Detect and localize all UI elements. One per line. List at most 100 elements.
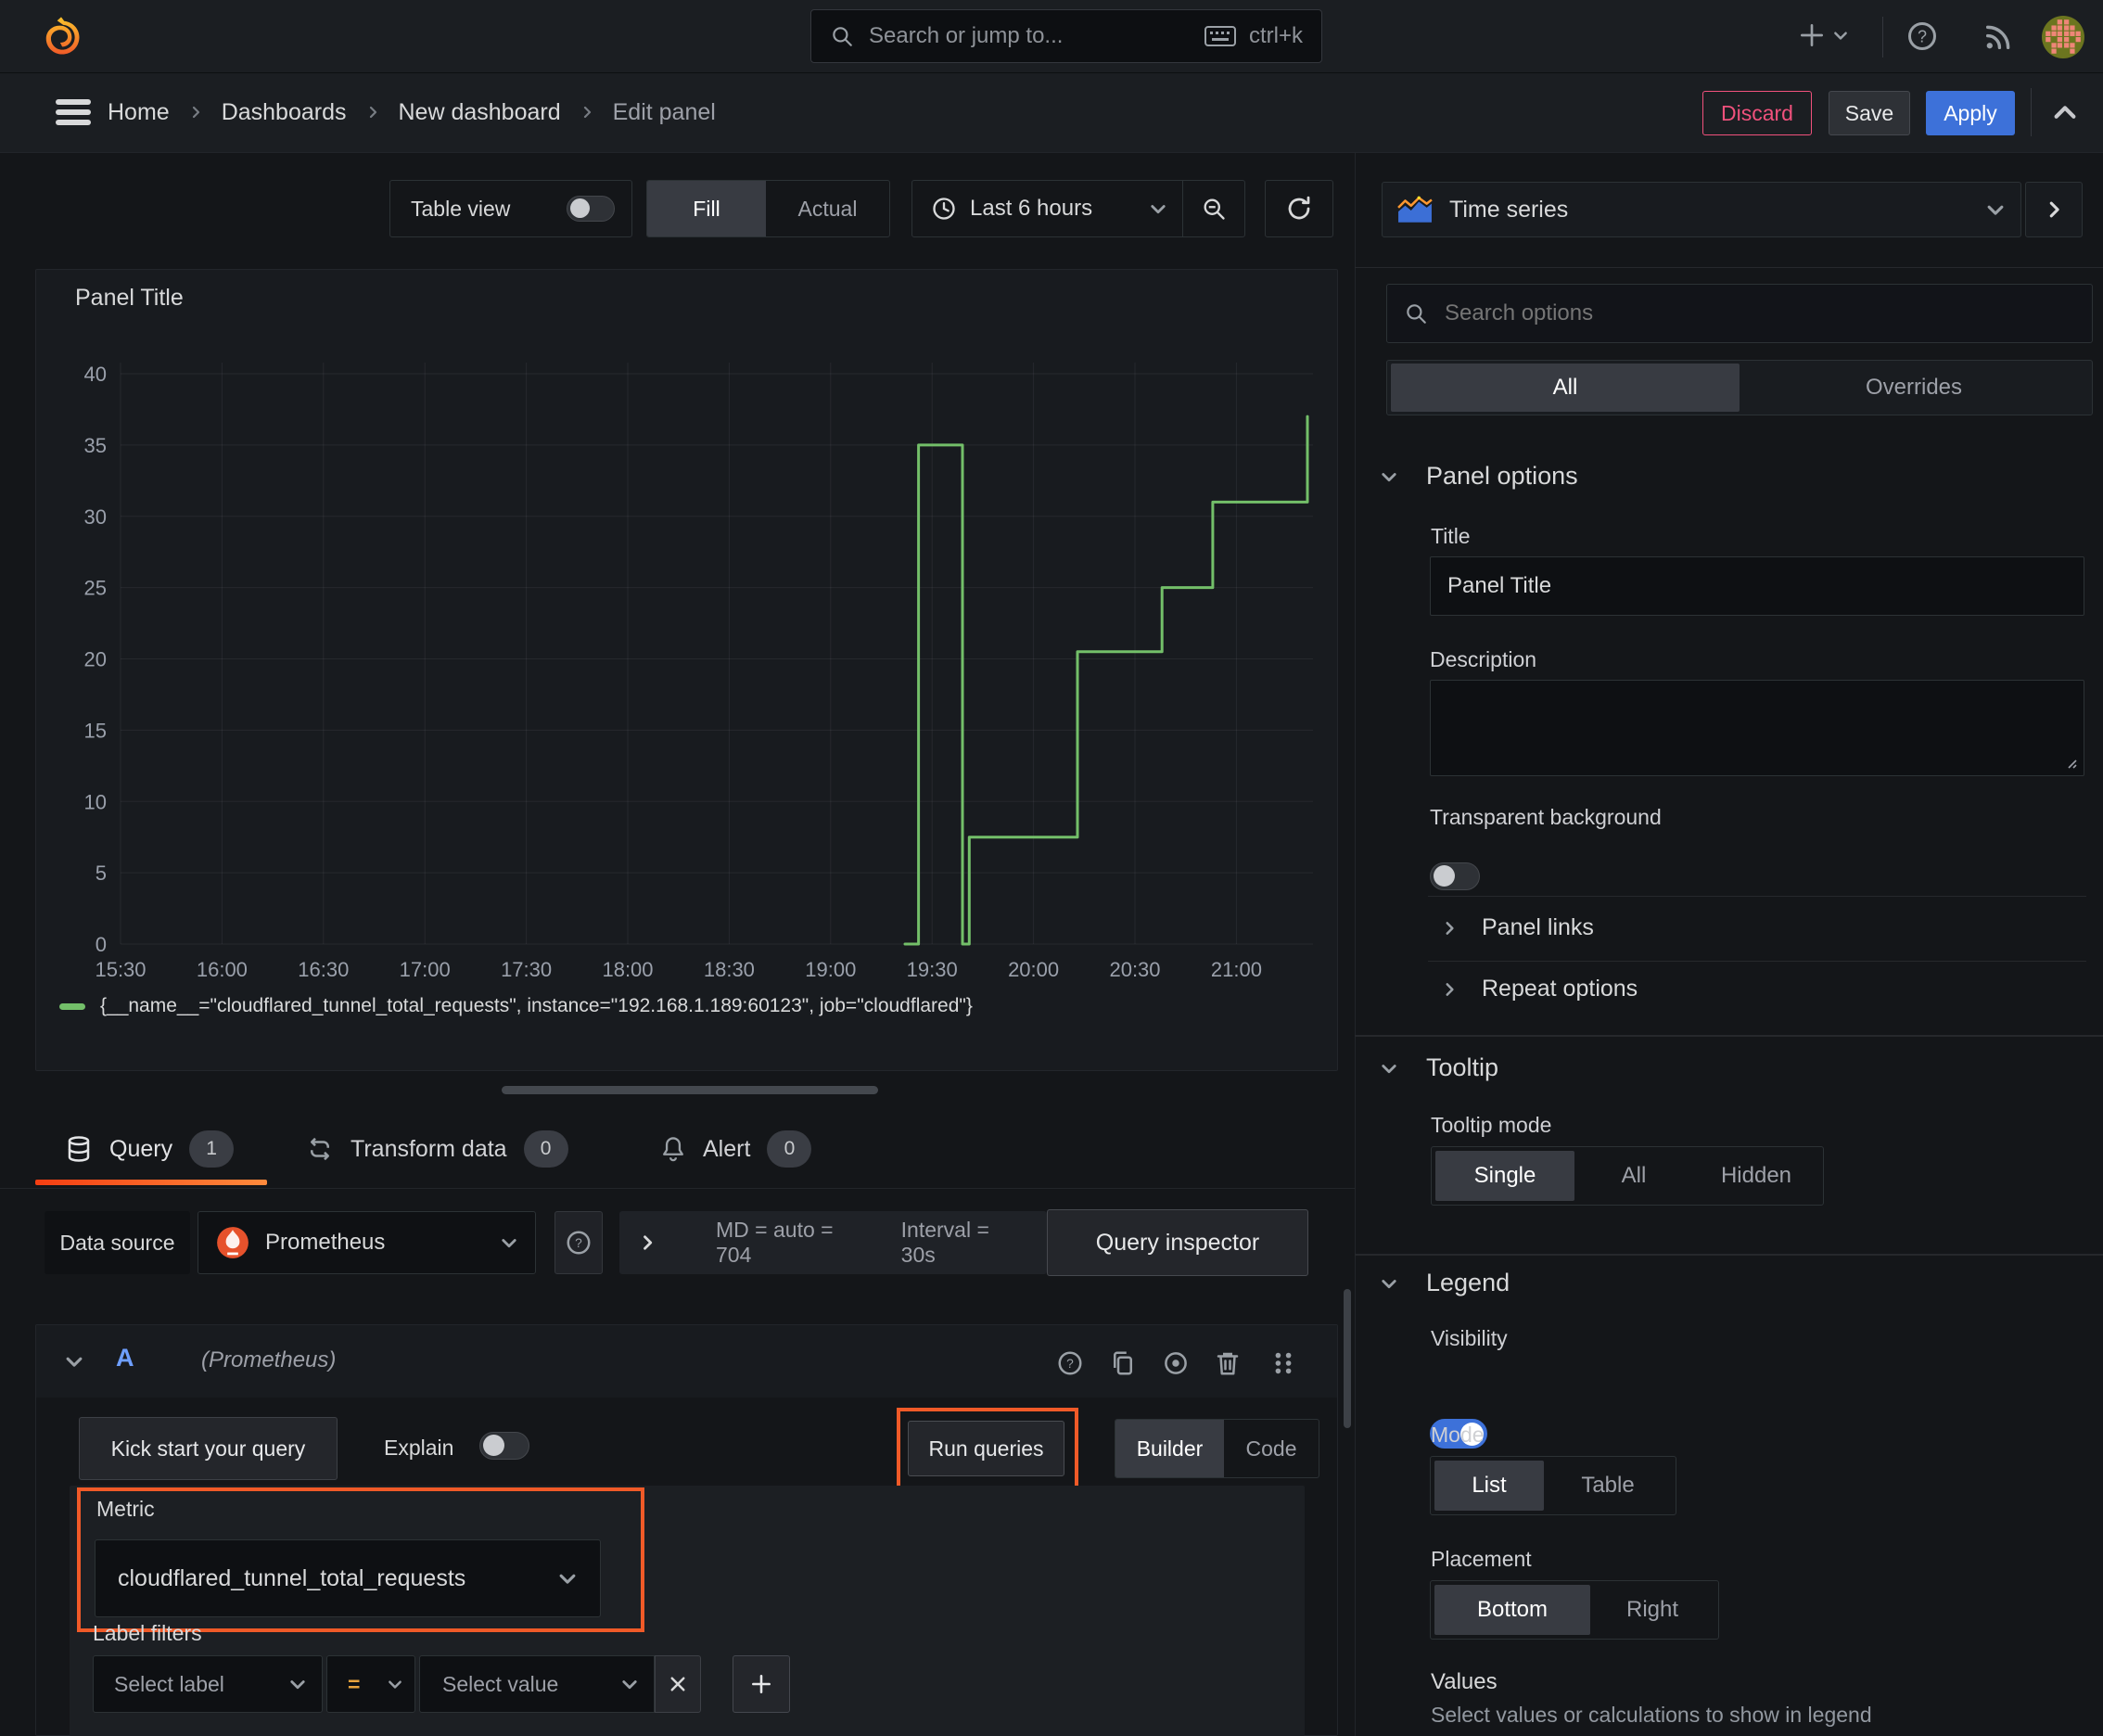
tab-alert-label: Alert xyxy=(703,1135,751,1162)
repeat-options-section[interactable]: Repeat options xyxy=(1441,976,1638,1002)
description-label: Description xyxy=(1430,647,1537,671)
data-source-value: Prometheus xyxy=(265,1230,386,1255)
svg-text:18:00: 18:00 xyxy=(602,958,653,981)
svg-text:20:00: 20:00 xyxy=(1008,958,1059,981)
query-row-header[interactable]: A (Prometheus) ? xyxy=(36,1325,1337,1398)
legend-mode-table[interactable]: Table xyxy=(1544,1461,1672,1511)
chevron-down-icon xyxy=(1380,1059,1398,1078)
grafana-logo-icon[interactable] xyxy=(37,12,85,65)
tab-alert[interactable]: Alert 0 xyxy=(660,1130,812,1168)
plus-icon xyxy=(1797,20,1827,50)
tooltip-mode-all[interactable]: All xyxy=(1574,1151,1693,1201)
options-search-box[interactable] xyxy=(1386,284,2093,343)
search-input[interactable] xyxy=(867,22,1192,50)
svg-text:?: ? xyxy=(1066,1357,1074,1371)
fill-option[interactable]: Fill xyxy=(647,181,766,236)
close-icon xyxy=(669,1675,687,1693)
panel-title[interactable]: Panel Title xyxy=(75,285,184,312)
select-label-placeholder: Select label xyxy=(114,1671,224,1696)
panel-options-header[interactable]: Panel options xyxy=(1380,462,1578,491)
refresh-button[interactable] xyxy=(1265,180,1333,237)
legend-placement-right[interactable]: Right xyxy=(1590,1585,1714,1635)
save-button[interactable]: Save xyxy=(1829,91,1910,135)
svg-text:20: 20 xyxy=(84,648,107,671)
duplicate-query-icon[interactable] xyxy=(1109,1349,1137,1377)
legend-title: Legend xyxy=(1426,1269,1510,1296)
table-view-toggle[interactable] xyxy=(567,196,615,222)
query-inspector-button[interactable]: Query inspector xyxy=(1047,1209,1308,1276)
svg-text:17:00: 17:00 xyxy=(400,958,451,981)
hide-response-eye-icon[interactable] xyxy=(1162,1349,1190,1377)
query-help-icon[interactable]: ? xyxy=(1056,1349,1084,1377)
time-range-picker[interactable]: Last 6 hours xyxy=(912,196,1182,222)
remove-query-trash-icon[interactable] xyxy=(1215,1349,1241,1377)
tab-all[interactable]: All xyxy=(1391,364,1740,412)
tab-transform-data[interactable]: Transform data 0 xyxy=(306,1130,568,1168)
tooltip-header[interactable]: Tooltip xyxy=(1380,1053,1498,1082)
resize-corner-icon[interactable] xyxy=(2063,755,2078,770)
apply-button[interactable]: Apply xyxy=(1926,91,2015,135)
select-label-dropdown[interactable]: Select label xyxy=(93,1655,323,1713)
operator-dropdown[interactable]: = xyxy=(326,1655,415,1713)
legend-header[interactable]: Legend xyxy=(1380,1269,1510,1297)
svg-text:18:30: 18:30 xyxy=(704,958,755,981)
avatar[interactable] xyxy=(2042,16,2084,63)
kick-start-query-button[interactable]: Kick start your query xyxy=(79,1417,338,1480)
actual-option[interactable]: Actual xyxy=(766,197,889,222)
collapse-options-pane-button[interactable] xyxy=(2025,182,2083,237)
data-source-picker[interactable]: Prometheus xyxy=(198,1211,536,1274)
query-options-summary[interactable]: MD = auto = 704 Interval = 30s xyxy=(619,1211,1047,1274)
discard-button[interactable]: Discard xyxy=(1702,91,1812,135)
panel-description-textarea[interactable] xyxy=(1430,680,2084,776)
chevron-down-icon xyxy=(1985,199,2006,220)
svg-text:40: 40 xyxy=(84,363,107,386)
time-series-chart[interactable]: 0 5 10 15 20 25 30 35 40 15:30 16:00 16:30 17:00 17:3… xyxy=(36,326,1337,986)
add-menu-button[interactable] xyxy=(1797,20,1849,50)
legend-values-label: Values xyxy=(1431,1669,1498,1694)
visualization-picker[interactable]: Time series xyxy=(1382,182,2021,237)
legend-placement-bottom[interactable]: Bottom xyxy=(1434,1585,1590,1635)
menu-toggle-icon[interactable] xyxy=(54,96,93,129)
breadcrumb-home[interactable]: Home xyxy=(108,99,170,126)
scrollbar-thumb[interactable] xyxy=(1344,1289,1351,1428)
run-queries-button[interactable]: Run queries xyxy=(908,1421,1064,1476)
zoom-out-button[interactable] xyxy=(1183,196,1244,222)
drag-handle-icon[interactable] xyxy=(1271,1350,1295,1376)
resize-drag-handle[interactable] xyxy=(502,1086,878,1094)
news-rss-icon[interactable] xyxy=(1982,21,2014,53)
global-search-box[interactable]: ctrl+k xyxy=(810,9,1322,63)
remove-filter-button[interactable] xyxy=(655,1655,701,1713)
help-circle-icon: ? xyxy=(565,1229,593,1257)
help-icon[interactable]: ? xyxy=(1905,19,1939,53)
tab-overrides[interactable]: Overrides xyxy=(1740,375,2088,401)
metric-select[interactable]: cloudflared_tunnel_total_requests xyxy=(95,1539,601,1617)
tooltip-mode-single[interactable]: Single xyxy=(1435,1151,1574,1201)
collapse-pane-icon[interactable] xyxy=(2051,99,2079,127)
chevron-down-icon xyxy=(557,1568,578,1589)
svg-text:16:30: 16:30 xyxy=(298,958,349,981)
select-value-dropdown[interactable]: Select value xyxy=(419,1655,655,1713)
grafana-edit-panel-page: ctrl+k ? xyxy=(0,0,2103,1736)
builder-option[interactable]: Builder xyxy=(1115,1420,1224,1477)
tab-query[interactable]: Query 1 xyxy=(65,1130,235,1168)
breadcrumb-dashboards[interactable]: Dashboards xyxy=(222,99,347,126)
datasource-help-button[interactable]: ? xyxy=(554,1211,603,1274)
chevron-right-icon xyxy=(2044,199,2064,220)
explain-toggle[interactable] xyxy=(479,1432,529,1460)
breadcrumb-new-dashboard[interactable]: New dashboard xyxy=(399,99,561,126)
data-source-label: Data source xyxy=(59,1230,175,1255)
plus-icon xyxy=(749,1672,773,1696)
options-search-input[interactable] xyxy=(1443,300,2075,327)
transparent-background-toggle[interactable] xyxy=(1430,862,1480,890)
code-option[interactable]: Code xyxy=(1224,1436,1319,1462)
chevron-down-icon[interactable] xyxy=(64,1351,84,1372)
panel-title-input[interactable] xyxy=(1430,556,2084,616)
add-filter-button[interactable] xyxy=(733,1655,790,1713)
panel-links-section[interactable]: Panel links xyxy=(1441,914,1594,941)
chart-legend-item[interactable]: {__name__="cloudflared_tunnel_total_requ… xyxy=(59,995,973,1017)
tooltip-title: Tooltip xyxy=(1426,1053,1499,1081)
sidebar-divider xyxy=(1355,152,1356,1736)
tooltip-mode-hidden[interactable]: Hidden xyxy=(1693,1151,1819,1201)
search-icon xyxy=(1404,301,1428,326)
legend-mode-list[interactable]: List xyxy=(1434,1461,1544,1511)
